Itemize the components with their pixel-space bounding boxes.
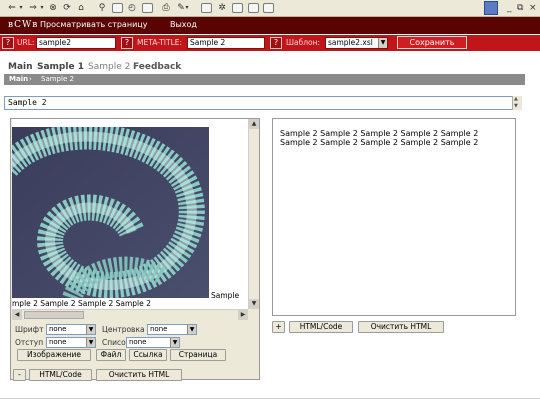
- menu-item-exit[interactable]: Выход: [170, 17, 197, 34]
- indent-select[interactable]: none ▼: [46, 337, 96, 348]
- left-clear-html-button[interactable]: Очистить HTML: [96, 369, 182, 381]
- breadcrumb-separator: ›: [29, 75, 32, 83]
- insert-image-button[interactable]: Изображение: [17, 349, 91, 361]
- align-select[interactable]: none ▼: [147, 324, 197, 335]
- forward-arrow-icon[interactable]: ⇒: [27, 2, 39, 14]
- messenger-icon[interactable]: ✲: [216, 2, 228, 14]
- scroll-left-icon[interactable]: ◀: [12, 310, 22, 320]
- tab-main[interactable]: Main: [8, 61, 33, 73]
- history-icon[interactable]: ◴: [126, 2, 138, 14]
- right-text-line-2: Sample 2 Sample 2 Sample 2 Sample 2 Samp…: [280, 138, 479, 147]
- left-overflow-text: mple 2 Sample 2 Sample 2 Sample 2: [12, 299, 151, 308]
- url-input[interactable]: sample2: [36, 37, 116, 49]
- template-label: Шаблон:: [286, 38, 321, 47]
- chevron-down-icon: ▼: [86, 325, 95, 334]
- breadcrumb-current: Sample 2: [41, 75, 74, 83]
- hose-photo: [12, 127, 209, 298]
- chevron-down-icon: ▼: [86, 338, 95, 347]
- menu-item-view-page[interactable]: Просматривать страницу: [40, 17, 147, 34]
- indent-label: Отступ: [15, 338, 44, 347]
- meta-title-help-button[interactable]: ?: [121, 37, 133, 49]
- tab-sample-2[interactable]: Sample 2: [88, 61, 130, 73]
- meta-title-input[interactable]: Sample 2: [187, 37, 265, 49]
- template-select[interactable]: sample2.xsl ▼: [325, 37, 388, 49]
- scroll-down-icon[interactable]: ▼: [249, 299, 259, 309]
- meta-bar: ? URL: sample2 ? META-TITLE: Sample 2 ? …: [0, 35, 540, 51]
- print-icon[interactable]: ⎙: [160, 2, 172, 14]
- discuss-icon[interactable]: [201, 3, 212, 13]
- url-label: URL:: [17, 38, 35, 47]
- font-select[interactable]: none ▼: [46, 324, 96, 335]
- logo: вCWв: [8, 20, 39, 30]
- right-html-code-button[interactable]: HTML/Code: [289, 321, 353, 333]
- breadcrumb-main[interactable]: Main: [9, 74, 28, 85]
- save-button[interactable]: Сохранить: [397, 36, 467, 49]
- insert-link-button[interactable]: Ссылка: [129, 349, 167, 361]
- chevron-down-icon: ▼: [378, 38, 387, 48]
- tab-sample-1[interactable]: Sample 1: [37, 61, 84, 73]
- left-vertical-scrollbar[interactable]: ▲ ▼: [248, 119, 259, 309]
- font-select-value: none: [49, 325, 67, 333]
- left-trailing-text: Sample: [211, 291, 240, 300]
- horizontal-scroll-thumb[interactable]: [24, 311, 84, 319]
- breadcrumb: Main › Sample 2: [4, 74, 525, 85]
- spin-down-icon[interactable]: ▼: [514, 103, 518, 109]
- font-label: Шрифт: [15, 325, 44, 334]
- left-collapse-button[interactable]: -: [13, 369, 26, 381]
- favorites-icon[interactable]: [112, 3, 123, 13]
- back-arrow-icon[interactable]: ⇐: [6, 2, 18, 14]
- tools-icon[interactable]: [248, 3, 259, 13]
- tab-feedback[interactable]: Feedback: [133, 61, 181, 73]
- title-spinner[interactable]: ▲ ▼: [512, 96, 522, 110]
- footer-divider: [0, 398, 540, 399]
- refresh-icon[interactable]: ⟳: [61, 2, 73, 14]
- search-icon[interactable]: ⚲: [96, 2, 108, 14]
- template-help-button[interactable]: ?: [270, 37, 282, 49]
- restore-icon[interactable]: ⧉: [517, 0, 523, 17]
- align-label: Центровка: [102, 325, 145, 334]
- right-text-line-1: Sample 2 Sample 2 Sample 2 Sample 2 Samp…: [280, 129, 479, 138]
- scroll-up-icon[interactable]: ▲: [249, 119, 259, 129]
- chevron-down-icon: ▼: [187, 325, 196, 334]
- left-html-code-button[interactable]: HTML/Code: [29, 369, 92, 381]
- stop-icon[interactable]: ⊗: [47, 2, 59, 14]
- minimize-icon[interactable]: _: [507, 0, 512, 17]
- template-value: sample2.xsl: [328, 38, 373, 47]
- back-dropdown-icon[interactable]: ▾: [18, 2, 24, 14]
- edit-dropdown-icon[interactable]: ▾: [184, 2, 190, 14]
- research-icon[interactable]: [232, 3, 243, 13]
- left-horizontal-scrollbar[interactable]: ◀ ▶: [12, 309, 248, 320]
- align-select-value: none: [150, 325, 168, 333]
- scroll-right-icon[interactable]: ▶: [238, 310, 248, 320]
- insert-file-button[interactable]: Файл: [96, 349, 126, 361]
- insert-page-button[interactable]: Страница: [170, 349, 226, 361]
- extra-icon[interactable]: [263, 3, 274, 13]
- browser-toolbar: ⇐ ▾ ⇒ ▾ ⊗ ⟳ ⌂ ⚲ ◴ ⎙ ✎ ▾ ✲ _ ⧉ ×: [0, 0, 540, 17]
- spin-up-icon[interactable]: ▲: [514, 96, 518, 102]
- meta-title-label: META-TITLE:: [137, 38, 183, 47]
- windows-logo-icon: [484, 1, 498, 15]
- menu-bar: вCWв Просматривать страницу Выход: [0, 17, 540, 34]
- home-icon[interactable]: ⌂: [75, 2, 87, 14]
- right-editor-panel[interactable]: [272, 118, 516, 316]
- chevron-down-icon: ▼: [170, 338, 179, 347]
- mail-icon[interactable]: [142, 3, 153, 13]
- forward-dropdown-icon[interactable]: ▾: [39, 2, 45, 14]
- page-title-input[interactable]: Sample 2: [4, 96, 522, 110]
- close-icon[interactable]: ×: [529, 0, 537, 17]
- right-expand-button[interactable]: +: [272, 321, 285, 333]
- right-clear-html-button[interactable]: Очистить HTML: [358, 321, 444, 333]
- indent-select-value: none: [49, 338, 67, 346]
- list-select-value: none: [129, 338, 147, 346]
- url-help-button[interactable]: ?: [2, 37, 14, 49]
- list-select[interactable]: none ▼: [126, 337, 180, 348]
